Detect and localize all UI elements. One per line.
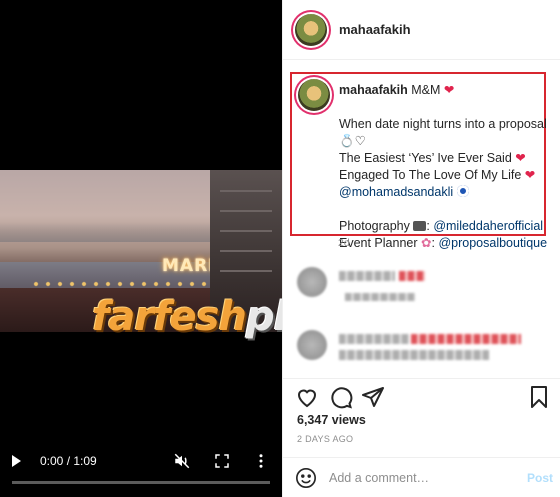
mention-link[interactable]: @mohamadsandakli [339, 185, 453, 199]
post-actions [283, 378, 560, 418]
views-count[interactable]: 6,347 views [297, 413, 366, 427]
white-heart-icon: ♡ [354, 134, 366, 148]
share-icon[interactable] [361, 385, 385, 409]
ring-emoji-icon: 💍 [339, 134, 355, 148]
video-player[interactable]: MARRY ME farfeshplus.com 0:00 / 1:09 [0, 0, 282, 497]
planner-label: Event Planner [339, 236, 418, 250]
smile-icon[interactable] [295, 467, 317, 489]
heart-emoji-icon: ❤ [524, 168, 536, 182]
caption-highlight: mahaafakih M&M ❤ When date night turns i… [290, 72, 547, 250]
comment-input[interactable] [329, 469, 509, 487]
watermark-main: farfesh [92, 294, 247, 340]
post-date: 2 DAYS AGO [297, 434, 354, 444]
city-skyline [0, 222, 230, 242]
caption: mahaafakih M&M ❤ When date night turns i… [339, 83, 548, 250]
caption-avatar[interactable] [298, 79, 330, 111]
bookmark-icon[interactable] [527, 385, 551, 409]
photo-label: Photography [339, 219, 410, 233]
heart-icon[interactable] [295, 385, 319, 409]
caption-username[interactable]: mahaafakih [339, 83, 408, 97]
blurred-comment [293, 267, 553, 301]
watermark-plus: plus.com [245, 294, 282, 340]
heart-emoji-icon: ❤ [515, 151, 526, 165]
post-header: mahaafakih [283, 0, 560, 60]
video-controls: 0:00 / 1:09 [0, 448, 282, 478]
avatar[interactable] [295, 14, 327, 46]
video-time: 0:00 / 1:09 [40, 454, 97, 468]
caption-line1: When date night turns into a proposal [339, 117, 547, 131]
caption-line3: The Easiest ‘Yes’ Ive Ever Said [339, 151, 512, 165]
camera-emoji-icon [413, 221, 427, 231]
play-icon[interactable] [12, 455, 21, 467]
mute-icon[interactable] [173, 452, 191, 470]
more-icon[interactable] [254, 452, 268, 470]
header-username[interactable]: mahaafakih [339, 22, 411, 37]
nazar-emoji-icon [456, 185, 469, 197]
caption-line4: Engaged To The Love Of My Life [339, 168, 522, 182]
comment-avatar[interactable] [297, 330, 327, 360]
mention-link[interactable]: @mileddaherofficial [433, 219, 543, 233]
mention-link[interactable]: @proposalboutique [438, 236, 547, 250]
caption-title: M&M [411, 83, 441, 97]
flower-emoji-icon: ✿ [421, 236, 432, 250]
time-ago: 2d [338, 237, 350, 249]
post-panel: mahaafakih mahaafakih M&M ❤ When date ni… [282, 0, 560, 497]
heart-emoji-icon: ❤ [443, 83, 455, 97]
comment-avatar[interactable] [297, 267, 327, 297]
watermark-logo: farfeshplus.com [92, 294, 282, 340]
post-button[interactable]: Post [527, 471, 553, 485]
candle-lights [30, 278, 230, 290]
comment-icon[interactable] [329, 385, 353, 409]
blurred-comment [293, 330, 553, 364]
video-progress-bar[interactable] [12, 481, 270, 484]
fullscreen-icon[interactable] [213, 452, 231, 470]
add-comment-bar: Post [283, 457, 560, 497]
